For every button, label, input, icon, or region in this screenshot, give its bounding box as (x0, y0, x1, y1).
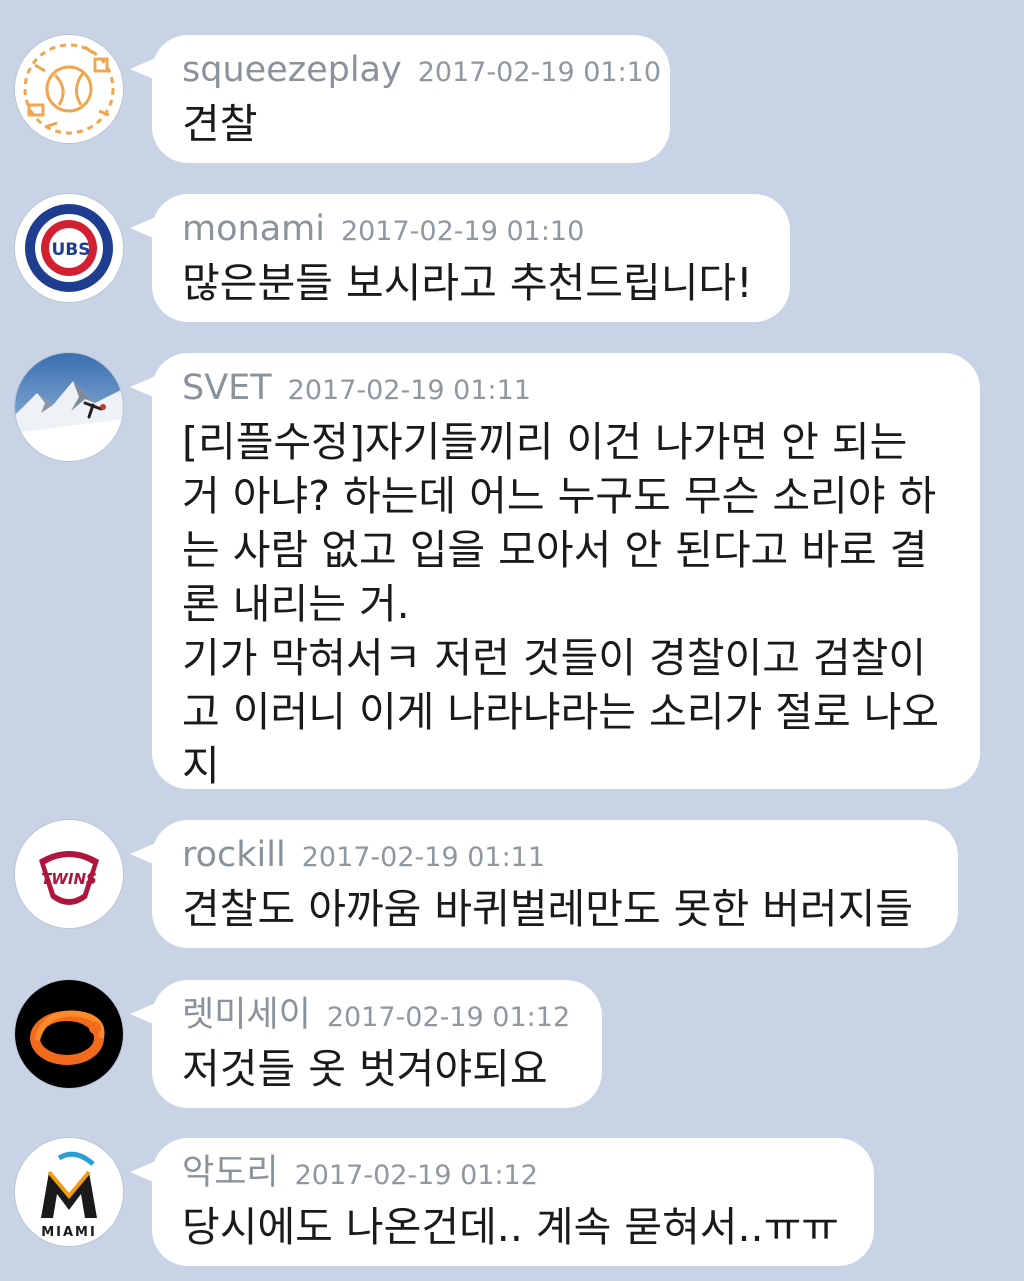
avatar[interactable]: UBS (15, 194, 123, 302)
comment-text: 저것들 옷 벗겨야되요 (182, 1045, 548, 1093)
username[interactable]: squeezeplay (182, 50, 402, 90)
comment-meta: squeezeplay 2017-02-19 01:10 (182, 49, 661, 97)
avatar[interactable] (15, 35, 123, 143)
comment-meta: 렛미세이 2017-02-19 01:12 (182, 994, 571, 1042)
comment-text: 많은분들 보시라고 추천드립니다! (182, 259, 753, 307)
username[interactable]: monami (182, 209, 325, 249)
timestamp: 2017-02-19 01:11 (301, 842, 546, 873)
username[interactable]: SVET (182, 368, 272, 408)
avatar-label: MIAMI (41, 1225, 97, 1240)
comment-meta: monami 2017-02-19 01:10 (182, 208, 756, 256)
username[interactable]: 악도리 (182, 1153, 279, 1193)
skier-photo-icon (15, 353, 123, 461)
marlins-logo-icon: MIAMI (15, 1138, 123, 1246)
avatar[interactable] (15, 980, 123, 1088)
timestamp: 2017-02-19 01:10 (417, 57, 662, 88)
comment-bubble: 렛미세이 2017-02-19 01:12 저것들 옷 벗겨야되요 (130, 980, 602, 1108)
timestamp: 2017-02-19 01:12 (294, 1160, 538, 1191)
comment-bubble: monami 2017-02-19 01:10 많은분들 보시라고 추천드립니다! (130, 194, 790, 322)
orange-swirl-icon (15, 980, 123, 1088)
avatar[interactable] (15, 353, 123, 461)
comment-text: [리플수정]자기들끼리 이건 나가면 안 되는 거 아냐? 하는데 어느 누구도… (182, 418, 940, 790)
timestamp: 2017-02-19 01:12 (326, 1002, 571, 1033)
timestamp: 2017-02-19 01:10 (340, 216, 585, 247)
comment-meta: 악도리 2017-02-19 01:12 (182, 1152, 840, 1200)
username[interactable]: rockill (182, 835, 286, 875)
comment-bubble: squeezeplay 2017-02-19 01:10 견찰 (130, 35, 670, 163)
comment-bubble: rockill 2017-02-19 01:11 견찰도 아까움 바퀴벌레만도 못… (130, 820, 958, 948)
comment-bubble: SVET 2017-02-19 01:11 [리플수정]자기들끼리 이건 나가면 … (130, 353, 980, 790)
comment-text: 당시에도 나온건데.. 계속 묻혀서..ㅠㅠ (182, 1203, 840, 1251)
username[interactable]: 렛미세이 (182, 995, 311, 1035)
avatar-label: TWINS (41, 870, 97, 888)
comment-text: 견찰 (182, 100, 258, 148)
cubs-logo-icon: UBS (15, 194, 123, 302)
comment-meta: SVET 2017-02-19 01:11 (182, 367, 946, 415)
timestamp: 2017-02-19 01:11 (287, 375, 531, 406)
comment-bubble: 악도리 2017-02-19 01:12 당시에도 나온건데.. 계속 묻혀서..… (130, 1138, 874, 1266)
comment-text: 견찰도 아까움 바퀴벌레만도 못한 버러지들 (182, 885, 914, 933)
avatar-label: UBS (51, 240, 90, 260)
lg-twins-logo-icon: TWINS (15, 820, 123, 928)
avatar[interactable]: MIAMI (15, 1138, 123, 1246)
baseball-doodle-icon (15, 35, 123, 143)
avatar[interactable]: TWINS (15, 820, 123, 928)
comment-meta: rockill 2017-02-19 01:11 (182, 834, 924, 882)
